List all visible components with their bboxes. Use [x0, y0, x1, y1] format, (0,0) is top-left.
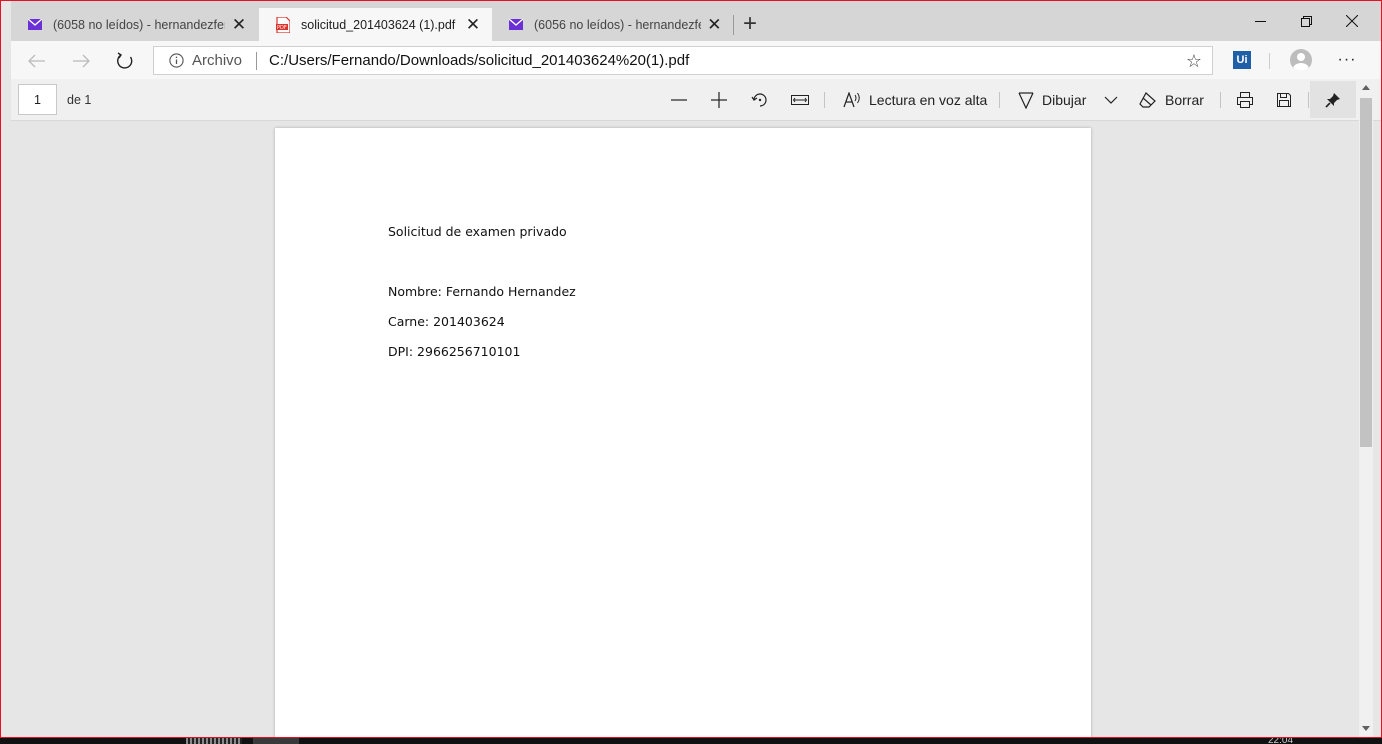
info-icon[interactable] — [168, 53, 184, 69]
svg-text:PDF: PDF — [277, 25, 287, 31]
document-carne-line: Carne: 201403624 — [388, 314, 505, 329]
scheme-label: Archivo — [192, 52, 243, 69]
tab-strip: (6058 no leídos) - hernandezfern ✕ PDF s… — [11, 1, 1381, 41]
url-text[interactable]: C:/Users/Fernando/Downloads/solicitud_20… — [269, 52, 689, 69]
fit-page-button[interactable] — [791, 87, 809, 113]
read-aloud-label: Lectura en voz alta — [869, 92, 988, 108]
zoom-in-button[interactable] — [711, 87, 727, 113]
tab-label: solicitud_201403624 (1).pdf — [301, 17, 456, 32]
save-button[interactable] — [1276, 87, 1292, 113]
pdf-page: Solicitud de examen privado Nombre: Fern… — [275, 128, 1091, 737]
tab-label: (6058 no leídos) - hernandezfern — [53, 17, 225, 32]
draw-options-chevron-down-icon[interactable] — [1104, 87, 1118, 113]
tab-label: (6056 no leídos) - hernandezfern — [534, 17, 701, 32]
more-options-icon[interactable]: ··· — [1335, 49, 1359, 71]
tab-mail-1[interactable]: (6058 no leídos) - hernandezfern ✕ — [11, 8, 259, 41]
browser-window: (6058 no leídos) - hernandezfern ✕ PDF s… — [0, 0, 1382, 738]
scroll-thumb[interactable] — [1360, 98, 1372, 447]
close-tab-icon[interactable]: ✕ — [229, 15, 249, 35]
zoom-out-button[interactable] — [671, 87, 687, 113]
close-tab-icon[interactable]: ✕ — [463, 15, 483, 35]
page-number-input[interactable]: 1 — [18, 84, 57, 115]
minimize-button[interactable] — [1237, 7, 1283, 35]
taskbar-clock[interactable]: 22:04 — [1268, 738, 1308, 744]
draw-label: Dibujar — [1042, 92, 1087, 108]
profile-avatar-icon[interactable] — [1290, 49, 1312, 71]
pin-toolbar-icon[interactable] — [1310, 81, 1356, 118]
favorite-star-icon[interactable]: ☆ — [1186, 51, 1202, 72]
pdf-viewport[interactable]: Solicitud de examen privado Nombre: Fern… — [11, 122, 1359, 737]
scroll-down-arrow-icon[interactable] — [1362, 726, 1370, 731]
toolbar-divider — [1308, 92, 1309, 108]
pdf-toolbar: 1 de 1 Lectura en voz alta Dibujar Borra… — [11, 79, 1381, 121]
forward-button[interactable] — [67, 47, 95, 75]
toolbar-divider — [999, 92, 1000, 108]
vertical-scrollbar[interactable] — [1359, 82, 1373, 737]
extension-ui-icon[interactable]: Ui — [1233, 51, 1251, 69]
document-dpi-line: DPI: 2966256710101 — [388, 344, 521, 359]
draw-button[interactable]: Dibujar — [1018, 87, 1086, 113]
close-window-button[interactable] — [1329, 7, 1375, 35]
pdf-icon: PDF — [275, 16, 291, 33]
back-button[interactable] — [23, 47, 51, 75]
page-total-label: de 1 — [67, 93, 92, 107]
restore-button[interactable] — [1283, 7, 1329, 35]
address-bar[interactable]: Archivo C:/Users/Fernando/Downloads/soli… — [153, 46, 1213, 75]
new-tab-button[interactable]: + — [738, 10, 762, 37]
tab-divider — [733, 15, 734, 35]
tab-mail-2[interactable]: (6056 no leídos) - hernandezfern ✕ — [492, 8, 732, 41]
tab-pdf[interactable]: PDF solicitud_201403624 (1).pdf ✕ — [259, 8, 492, 41]
toolbar-divider — [1269, 53, 1270, 69]
mail-icon — [508, 17, 524, 33]
mail-icon — [27, 17, 43, 33]
taskbar-app-thumbnail[interactable] — [186, 738, 242, 744]
address-divider — [256, 51, 258, 70]
navigation-bar: Archivo C:/Users/Fernando/Downloads/soli… — [11, 41, 1381, 79]
erase-button[interactable]: Borrar — [1139, 87, 1204, 113]
close-tab-icon[interactable]: ✕ — [705, 15, 724, 35]
print-button[interactable] — [1236, 87, 1254, 113]
erase-label: Borrar — [1165, 92, 1204, 108]
read-aloud-button[interactable]: Lectura en voz alta — [843, 87, 987, 113]
toolbar-divider — [1220, 92, 1221, 108]
document-name-line: Nombre: Fernando Hernandez — [388, 284, 576, 299]
toolbar-divider — [824, 92, 825, 108]
taskbar-app-thumbnail[interactable] — [253, 738, 299, 744]
scroll-up-arrow-icon[interactable] — [1362, 85, 1370, 90]
refresh-button[interactable] — [111, 47, 139, 75]
rotate-button[interactable] — [751, 87, 769, 113]
document-title: Solicitud de examen privado — [388, 224, 567, 239]
